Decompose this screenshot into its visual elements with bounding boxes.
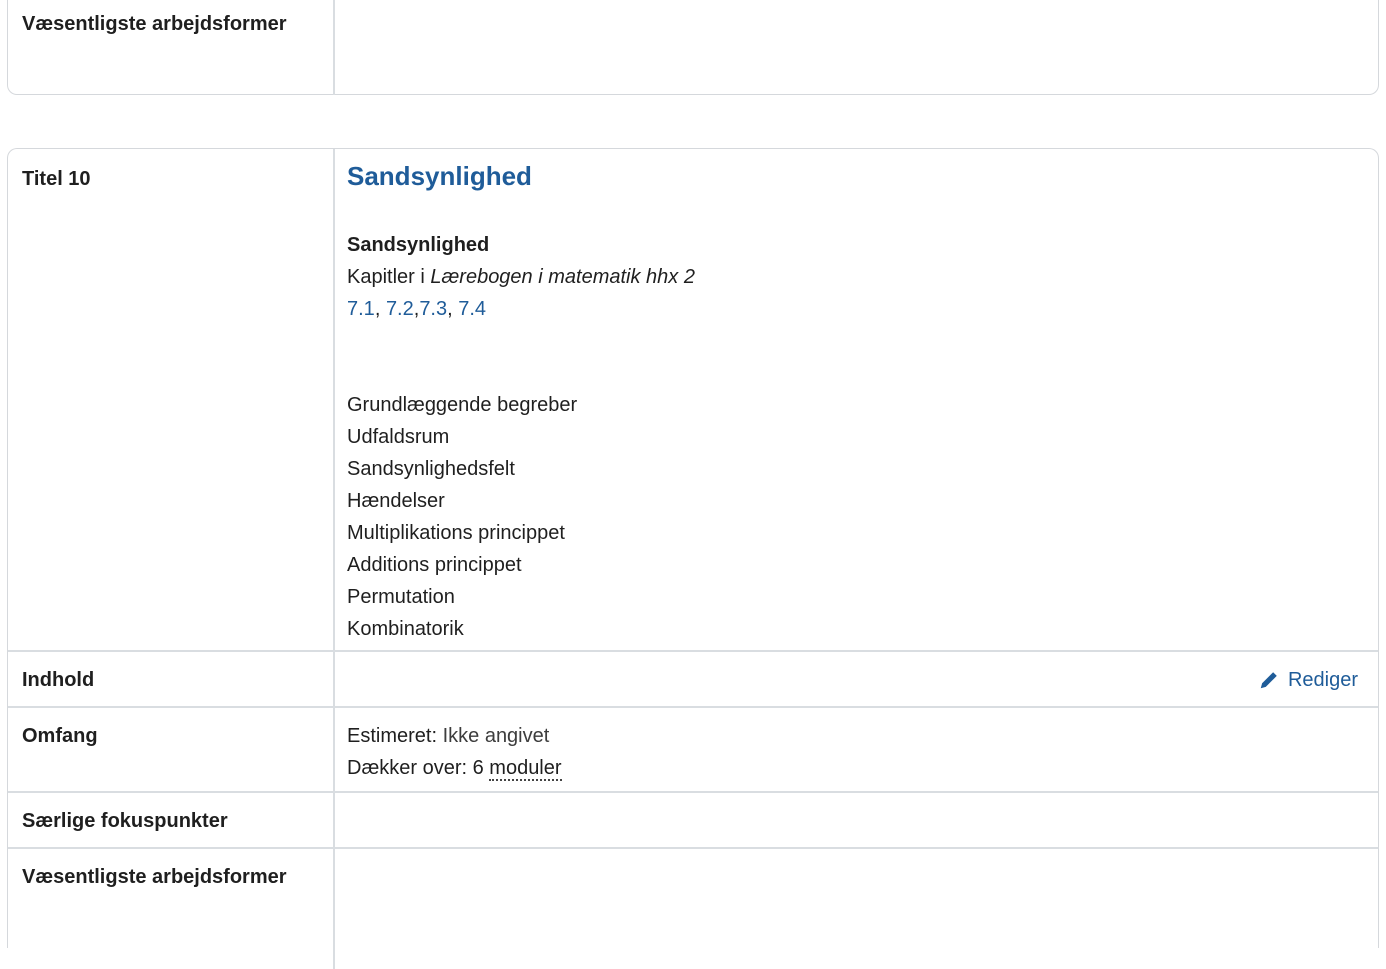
moduler-abbr[interactable]: moduler bbox=[489, 757, 562, 781]
previous-section-card: Væsentligste arbejdsformer bbox=[7, 0, 1379, 95]
focus-label: Særlige fokuspunkter bbox=[8, 793, 335, 847]
workforms-row: Væsentligste arbejdsformer bbox=[8, 849, 1378, 969]
focus-value bbox=[335, 793, 1378, 847]
title-label: Titel 10 bbox=[8, 149, 335, 650]
chapter-links: 7.1, 7.2,7.3, 7.4 bbox=[347, 298, 487, 320]
list-item: Sandsynlighedsfelt bbox=[347, 458, 515, 480]
workforms-value bbox=[335, 849, 1378, 969]
edit-button[interactable]: Rediger bbox=[347, 664, 1364, 696]
chapter-link-7-2[interactable]: 7.2 bbox=[386, 298, 414, 320]
indhold-value: Rediger bbox=[335, 652, 1378, 706]
list-item: Grundlæggende begreber bbox=[347, 394, 578, 416]
covers-line: Dækker over: 6 moduler bbox=[347, 757, 562, 781]
estimated-line: Estimeret: Ikke angivet bbox=[347, 725, 550, 747]
chapter-link-7-4[interactable]: 7.4 bbox=[458, 298, 486, 320]
covers-count: 6 bbox=[472, 757, 484, 779]
section-card-titel-10: Titel 10 Sandsynlighed Sandsynlighed Kap… bbox=[7, 148, 1379, 969]
topic-list: Grundlæggende begreber Udfaldsrum Sandsy… bbox=[347, 389, 1364, 645]
omfang-value: Estimeret: Ikke angivet Dækker over: 6 m… bbox=[335, 708, 1378, 791]
chapters-line: Kapitler i Lærebogen i matematik hhx 2 bbox=[347, 266, 695, 288]
list-item: Udfaldsrum bbox=[347, 426, 450, 448]
section-title: Sandsynlighed bbox=[347, 161, 532, 191]
chapter-link-7-3[interactable]: 7.3 bbox=[419, 298, 447, 320]
list-item: Permutation bbox=[347, 586, 455, 608]
workforms-value bbox=[335, 0, 1378, 95]
workforms-label: Væsentligste arbejdsformer bbox=[8, 0, 335, 95]
workforms-label: Væsentligste arbejdsformer bbox=[8, 849, 335, 969]
book-title: Lærebogen i matematik hhx 2 bbox=[430, 266, 695, 288]
omfang-label: Omfang bbox=[8, 708, 335, 791]
list-item: Kombinatorik bbox=[347, 618, 464, 640]
title-row: Titel 10 Sandsynlighed Sandsynlighed Kap… bbox=[8, 149, 1378, 652]
indhold-row: Indhold Rediger bbox=[8, 652, 1378, 708]
chapter-link-7-1[interactable]: 7.1 bbox=[347, 298, 375, 320]
list-item: Additions princippet bbox=[347, 554, 522, 576]
omfang-row: Omfang Estimeret: Ikke angivet Dækker ov… bbox=[8, 708, 1378, 793]
title-content: Sandsynlighed Sandsynlighed Kapitler i L… bbox=[335, 149, 1378, 650]
pencil-icon bbox=[1260, 672, 1277, 689]
subheading: Sandsynlighed bbox=[347, 234, 490, 256]
focus-row: Særlige fokuspunkter bbox=[8, 793, 1378, 849]
indhold-label: Indhold bbox=[8, 652, 335, 706]
list-item: Multiplikations princippet bbox=[347, 522, 565, 544]
estimated-value: Ikke angivet bbox=[442, 725, 550, 747]
workforms-row: Væsentligste arbejdsformer bbox=[8, 0, 1378, 95]
list-item: Hændelser bbox=[347, 490, 445, 512]
